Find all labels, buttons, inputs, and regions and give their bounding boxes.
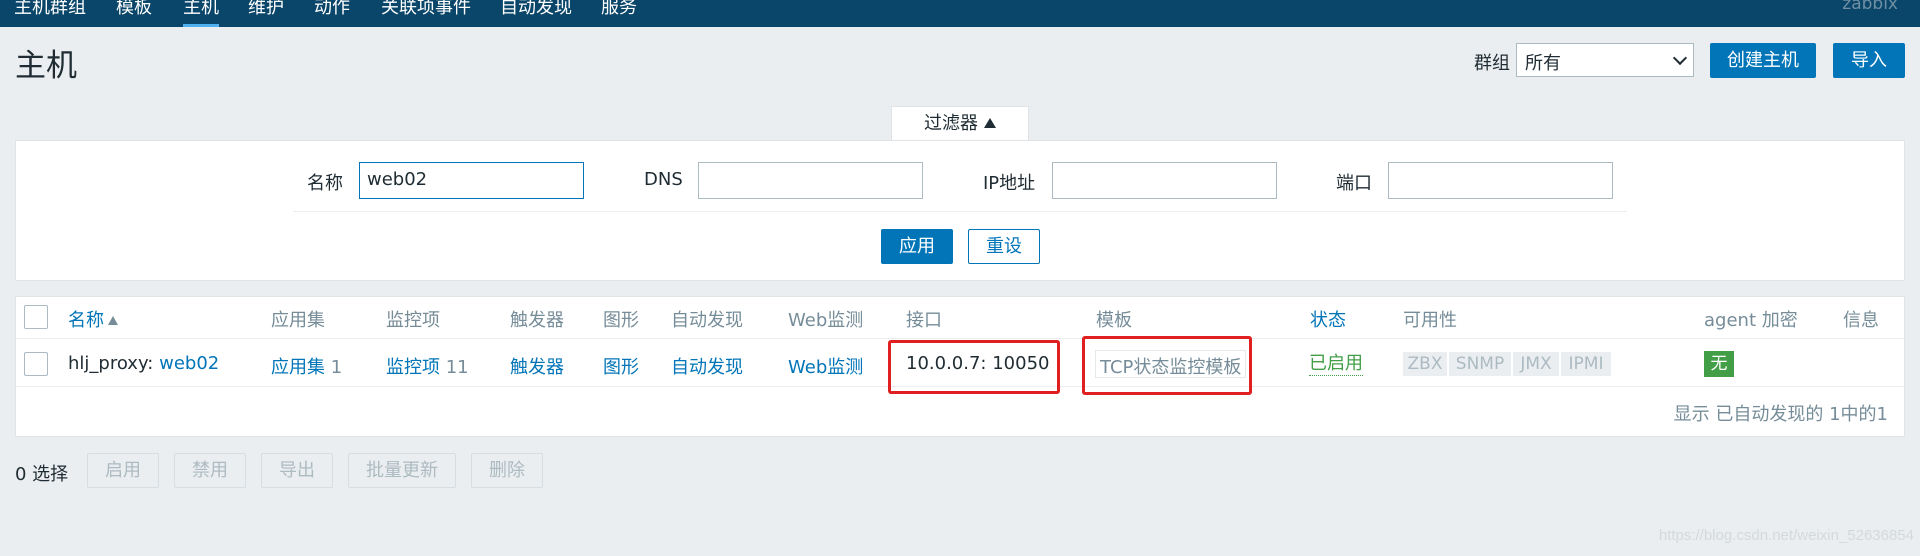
nav-item-hosts[interactable]: 主机 — [183, 0, 219, 27]
page-title: 主机 — [15, 48, 77, 84]
apps-link[interactable]: 应用集 — [271, 357, 325, 378]
items-link[interactable]: 监控项 — [386, 357, 440, 378]
filter-tab-label: 过滤器 — [924, 113, 978, 134]
items-cell: 监控项 11 — [386, 353, 469, 379]
availability-ipmi: IPMI — [1561, 352, 1611, 376]
enable-button[interactable]: 启用 — [87, 453, 159, 488]
host-proxy: hlj_proxy: — [68, 353, 154, 374]
discovery-link[interactable]: 自动发现 — [671, 353, 743, 379]
selected-count: 0 选择 — [15, 464, 69, 485]
nav-item-templates[interactable]: 模板 — [116, 0, 152, 19]
column-header-agent-encryption: agent 加密 — [1704, 310, 1798, 331]
table-footer-count: 显示 已自动发现的 1中的1 — [1673, 404, 1888, 425]
filter-name-input[interactable]: web02 — [359, 162, 584, 199]
select-all-checkbox[interactable] — [24, 305, 48, 329]
filter-ip-label: IP地址 — [983, 173, 1036, 194]
column-header-name-label: 名称 — [68, 310, 104, 331]
filter-ip-input[interactable] — [1052, 162, 1277, 199]
availability-snmp: SNMP — [1449, 352, 1513, 376]
import-button[interactable]: 导入 — [1833, 43, 1905, 78]
filter-tab[interactable]: 过滤器 — [891, 106, 1029, 141]
column-header-discovery: 自动发现 — [671, 310, 743, 331]
column-header-status[interactable]: 状态 — [1310, 306, 1346, 332]
host-link[interactable]: web02 — [159, 353, 219, 374]
availability-zbx: ZBX — [1403, 352, 1449, 376]
triggers-link[interactable]: 触发器 — [510, 353, 564, 379]
create-host-button[interactable]: 创建主机 — [1710, 43, 1816, 78]
column-header-items: 监控项 — [386, 310, 440, 331]
mass-update-button[interactable]: 批量更新 — [348, 453, 456, 488]
nav-item-actions[interactable]: 动作 — [314, 0, 350, 19]
top-navigation: 主机群组 模板 主机 维护 动作 关联项事件 自动发现 服务 zabbix — [0, 0, 1920, 27]
availability-jmx: JMX — [1513, 352, 1561, 376]
filter-port-input[interactable] — [1388, 162, 1613, 199]
group-label: 群组 — [1474, 53, 1510, 74]
watermark: https://blog.csdn.net/weixin_52636854 — [1658, 527, 1914, 544]
nav-item-maintenance[interactable]: 维护 — [248, 0, 284, 19]
column-header-availability: 可用性 — [1403, 310, 1457, 331]
nav-item-services[interactable]: 服务 — [601, 0, 637, 19]
host-name-cell: hlj_proxy: web02 — [68, 353, 219, 374]
nav-item-host-groups[interactable]: 主机群组 — [14, 0, 86, 19]
filter-dns-label: DNS — [644, 169, 683, 190]
group-select[interactable]: 所有 — [1516, 43, 1694, 77]
web-link[interactable]: Web监测 — [788, 353, 863, 379]
sort-asc-icon — [108, 316, 118, 325]
reset-button[interactable]: 重设 — [968, 229, 1040, 264]
column-header-apps: 应用集 — [271, 310, 325, 331]
highlight-interface — [888, 340, 1060, 394]
column-header-graphs: 图形 — [603, 310, 639, 331]
status-toggle[interactable]: 已启用 — [1309, 353, 1363, 376]
apps-cell: 应用集 1 — [271, 353, 342, 379]
filter-port-label: 端口 — [1336, 173, 1372, 194]
graphs-link[interactable]: 图形 — [603, 353, 639, 379]
group-select-value: 所有 — [1525, 53, 1561, 74]
delete-button[interactable]: 删除 — [471, 453, 543, 488]
column-header-web: Web监测 — [788, 310, 864, 331]
header-divider — [16, 338, 1904, 339]
column-header-interface: 接口 — [906, 310, 942, 331]
column-header-info: 信息 — [1843, 310, 1879, 331]
apps-count: 1 — [330, 357, 343, 378]
column-header-triggers: 触发器 — [510, 310, 564, 331]
disable-button[interactable]: 禁用 — [174, 453, 246, 488]
triangle-up-icon — [984, 118, 996, 128]
nav-item-discovery[interactable]: 自动发现 — [500, 0, 572, 19]
column-header-name[interactable]: 名称 — [68, 306, 118, 332]
items-count: 11 — [445, 357, 469, 378]
encryption-badge: 无 — [1704, 351, 1734, 377]
filter-dns-input[interactable] — [698, 162, 923, 199]
filter-name-label: 名称 — [307, 173, 343, 194]
highlight-template — [1082, 336, 1252, 395]
export-button[interactable]: 导出 — [261, 453, 333, 488]
chevron-down-icon — [1672, 50, 1688, 66]
column-header-templates: 模板 — [1096, 310, 1132, 331]
row-checkbox[interactable] — [24, 352, 48, 376]
nav-item-correlation[interactable]: 关联项事件 — [381, 0, 471, 19]
filter-divider — [293, 211, 1627, 212]
apply-button[interactable]: 应用 — [881, 229, 953, 264]
brand-logo: zabbix — [1842, 0, 1898, 14]
